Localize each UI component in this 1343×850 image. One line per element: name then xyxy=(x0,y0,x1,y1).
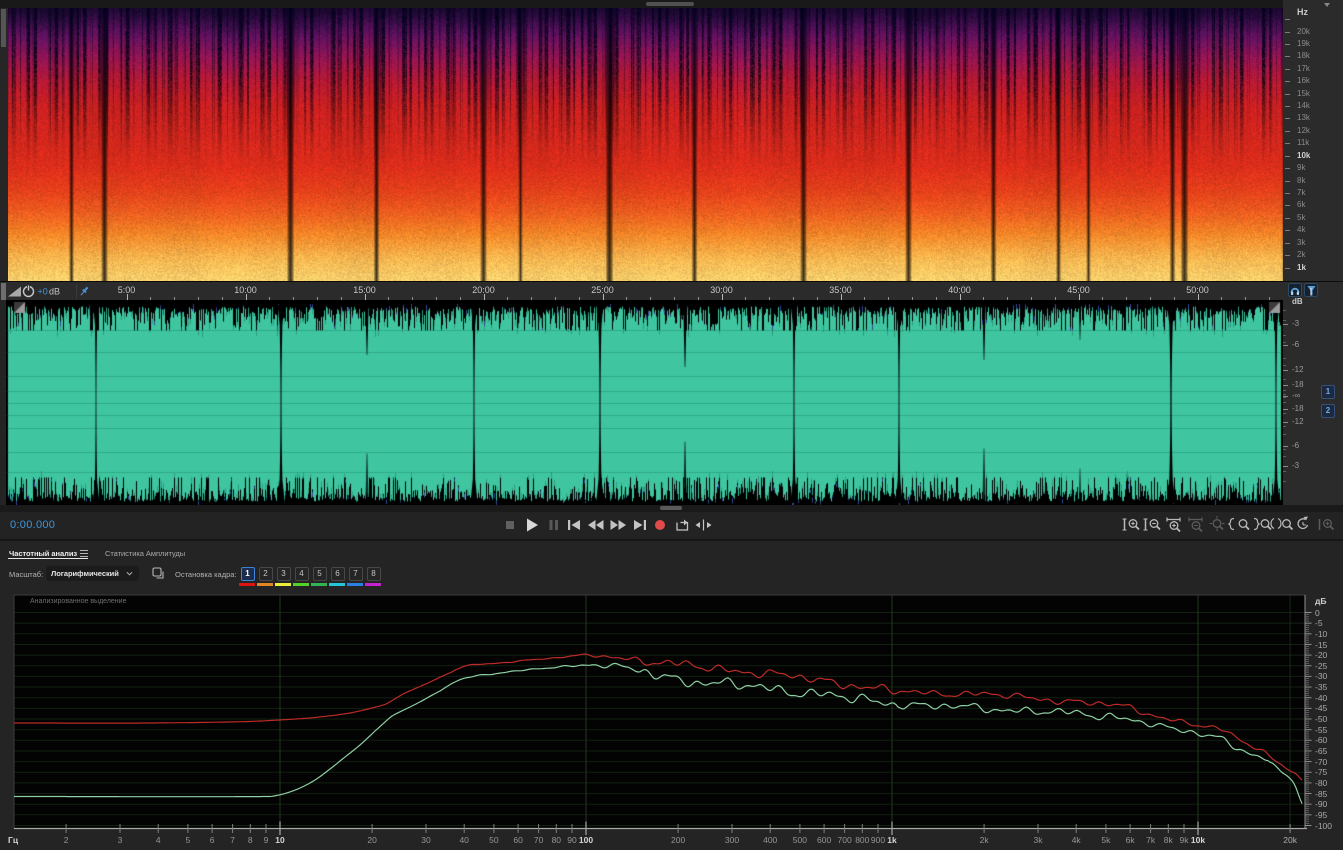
svg-text:dB: dB xyxy=(49,287,60,297)
svg-text:+0: +0 xyxy=(38,287,48,297)
